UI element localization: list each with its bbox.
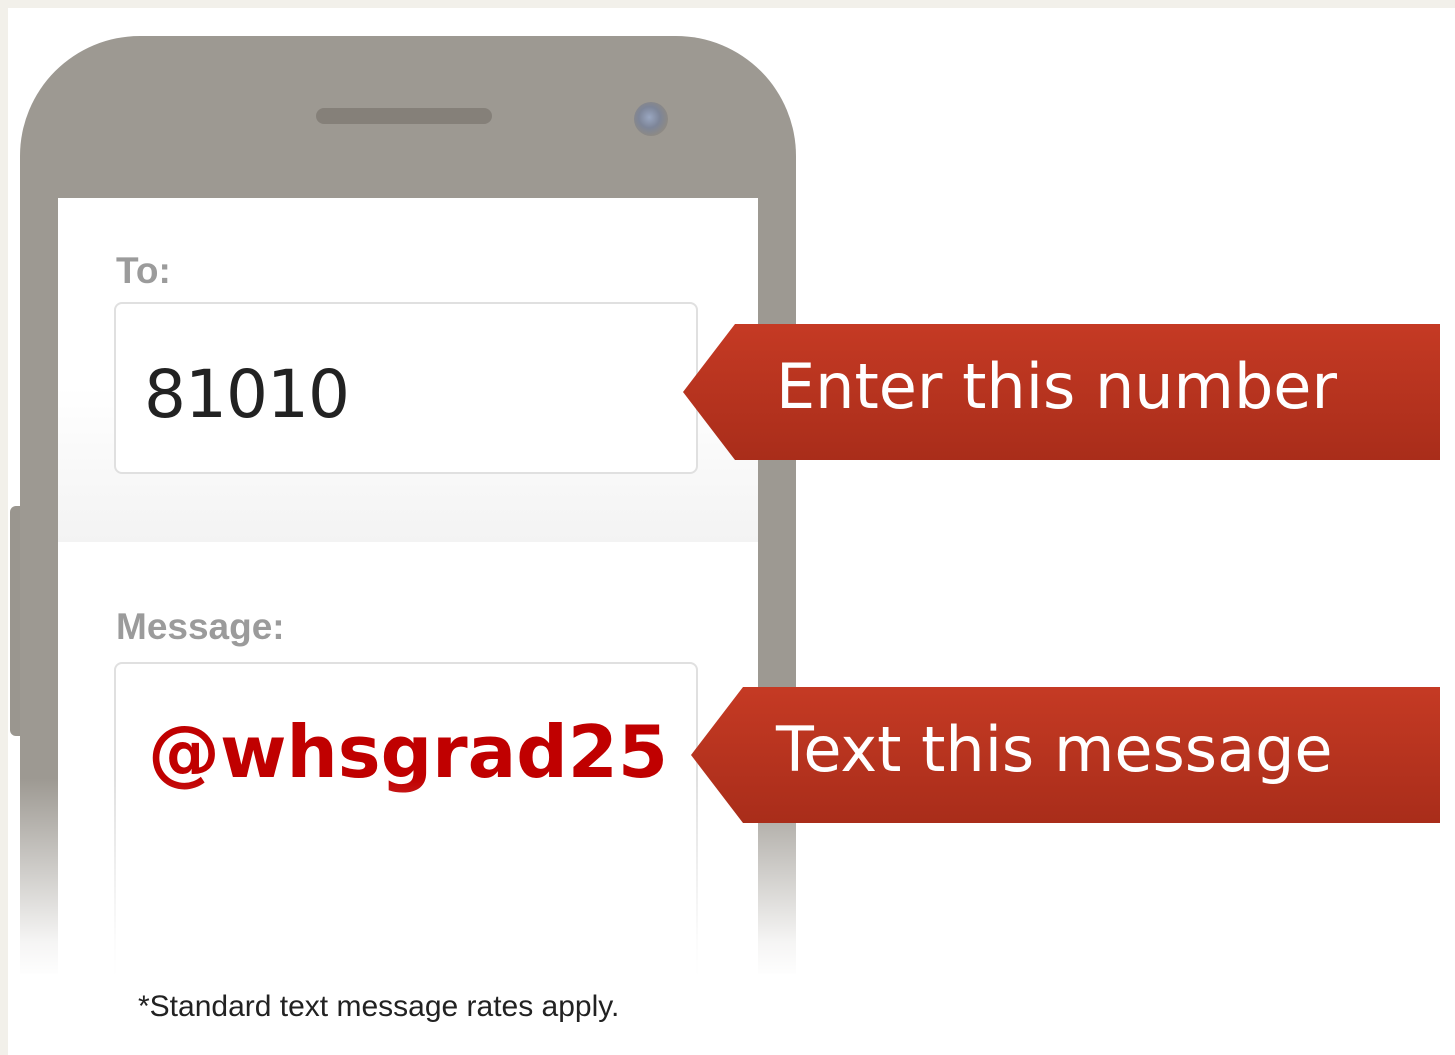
- sms-instructions-graphic: To: 81010 Message: @whsgrad25 *Standard …: [8, 8, 1455, 1055]
- enter-number-callout: Enter this number: [683, 324, 1440, 460]
- camera-icon: [634, 102, 668, 136]
- text-message-callout: Text this message: [691, 687, 1440, 823]
- to-label: To:: [116, 250, 171, 291]
- bottom-fade: [8, 778, 828, 978]
- rates-footnote: *Standard text message rates apply.: [138, 990, 620, 1023]
- message-label: Message:: [116, 606, 285, 647]
- phone-speaker: [316, 108, 492, 124]
- text-message-callout-text: Text this message: [776, 713, 1333, 786]
- recipient-number: 81010: [144, 356, 350, 433]
- recipient-field[interactable]: 81010: [114, 302, 698, 474]
- enter-number-callout-text: Enter this number: [776, 350, 1337, 423]
